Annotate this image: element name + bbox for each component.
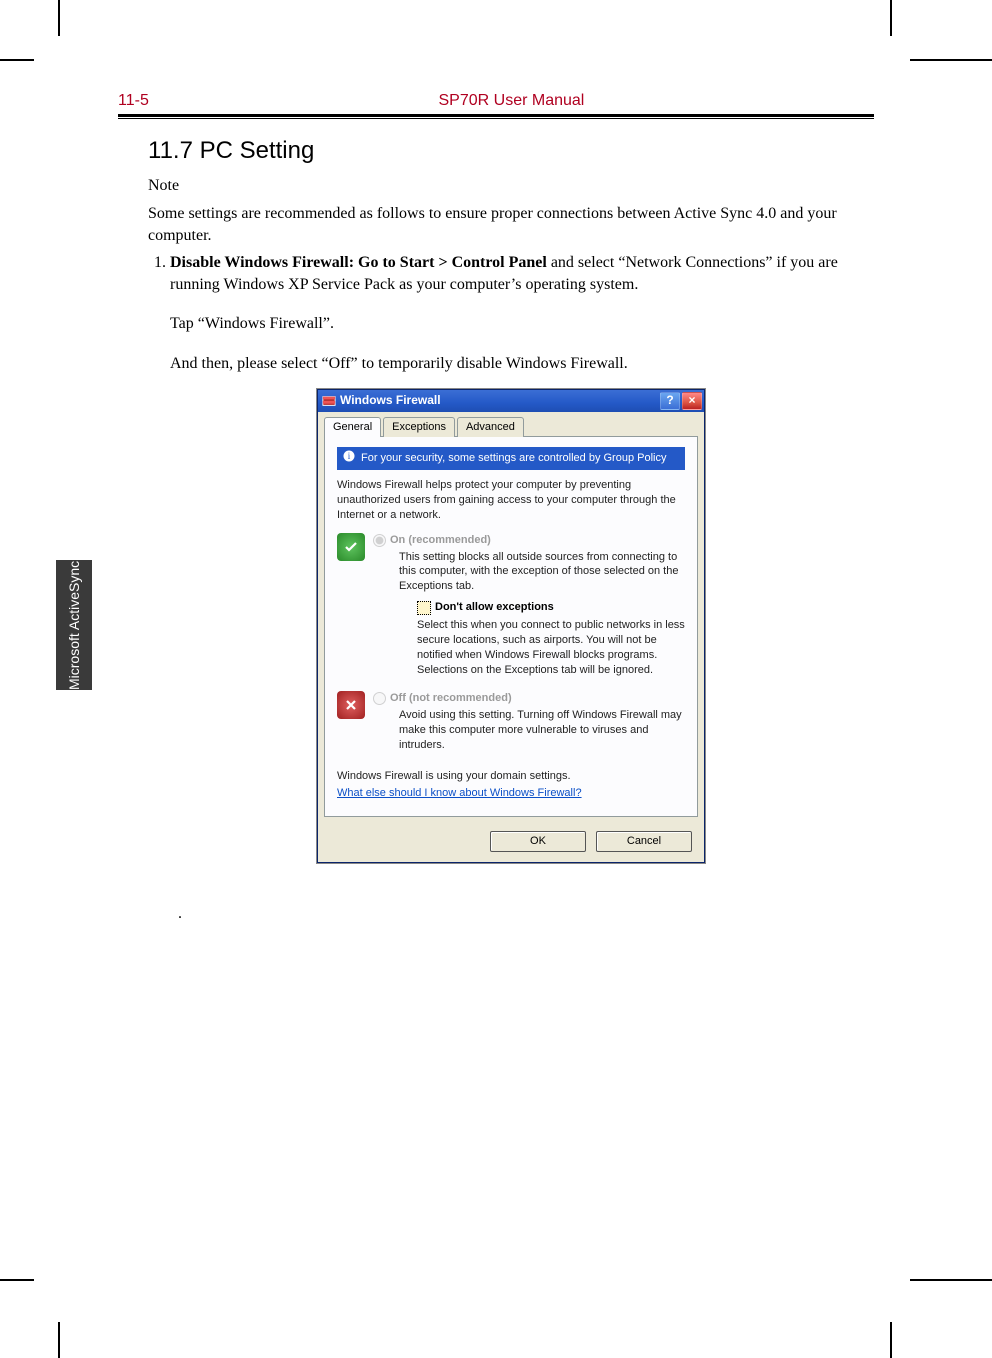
shield-check-icon bbox=[337, 533, 365, 561]
firewall-help-link[interactable]: What else should I know about Windows Fi… bbox=[337, 786, 582, 801]
list-item-1: Disable Windows Firewall: Go to Start > … bbox=[170, 252, 874, 295]
crop-mark bbox=[0, 1279, 34, 1281]
crop-mark bbox=[0, 59, 34, 61]
list-item-1-bold: Disable Windows Firewall: Go to Start > … bbox=[170, 254, 547, 271]
crop-mark bbox=[890, 1322, 892, 1358]
ordered-list: Disable Windows Firewall: Go to Start > … bbox=[148, 252, 874, 295]
help-button[interactable]: ? bbox=[660, 392, 680, 410]
shield-x-icon bbox=[337, 691, 365, 719]
option-on-head: On (recommended) bbox=[373, 533, 685, 548]
dialog-button-row: OK Cancel bbox=[318, 823, 704, 862]
header-rule-thick bbox=[118, 114, 874, 117]
crop-mark bbox=[58, 0, 60, 36]
running-header: 11-5 SP70R User Manual bbox=[118, 92, 874, 112]
option-off: Off (not recommended) Avoid using this s… bbox=[337, 691, 685, 758]
firewall-icon bbox=[322, 394, 336, 408]
option-on-desc: This setting blocks all outside sources … bbox=[399, 550, 685, 595]
crop-mark bbox=[58, 1322, 60, 1358]
page: Microsoft ActiveSync 11-5 SP70R User Man… bbox=[0, 0, 992, 1358]
option-on: On (recommended) This setting blocks all… bbox=[337, 533, 685, 686]
cancel-button[interactable]: Cancel bbox=[596, 831, 692, 852]
windows-firewall-dialog: Windows Firewall ? × General Exceptions … bbox=[317, 389, 705, 864]
no-exceptions-desc: Select this when you connect to public n… bbox=[417, 618, 685, 677]
tab-pane-general: i For your security, some settings are c… bbox=[324, 436, 698, 817]
ok-button[interactable]: OK bbox=[490, 831, 586, 852]
radio-off[interactable] bbox=[373, 692, 386, 705]
dialog-title: Windows Firewall bbox=[340, 392, 658, 408]
intro-paragraph: Some settings are recommended as follows… bbox=[148, 203, 874, 246]
crop-mark bbox=[910, 1279, 992, 1281]
page-number: 11-5 bbox=[118, 92, 149, 110]
option-off-desc: Avoid using this setting. Turning off Wi… bbox=[399, 708, 685, 753]
dialog-tabs: General Exceptions Advanced bbox=[318, 412, 704, 437]
no-exceptions-label: Don't allow exceptions bbox=[435, 600, 554, 615]
option-off-head: Off (not recommended) bbox=[373, 691, 685, 706]
tap-paragraph: Tap “Windows Firewall”. bbox=[170, 313, 874, 335]
radio-on[interactable] bbox=[373, 534, 386, 547]
tab-exceptions[interactable]: Exceptions bbox=[383, 417, 455, 438]
domain-settings-note: Windows Firewall is using your domain se… bbox=[337, 769, 685, 784]
banner-text: For your security, some settings are con… bbox=[361, 451, 666, 466]
tab-advanced[interactable]: Advanced bbox=[457, 417, 524, 438]
body: 11.7 PC Setting Note Some settings are r… bbox=[118, 119, 874, 925]
side-tab: Microsoft ActiveSync bbox=[56, 560, 92, 690]
no-exceptions-row[interactable]: Don't allow exceptions bbox=[417, 600, 685, 615]
note-label: Note bbox=[148, 175, 874, 197]
dialog-titlebar[interactable]: Windows Firewall ? × bbox=[318, 390, 704, 412]
info-icon: i bbox=[343, 450, 355, 467]
close-button[interactable]: × bbox=[682, 392, 702, 410]
option-on-label: On (recommended) bbox=[390, 533, 491, 548]
trailing-dot: . bbox=[178, 903, 874, 925]
crop-mark bbox=[890, 0, 892, 36]
group-policy-banner: i For your security, some settings are c… bbox=[337, 447, 685, 470]
content-area: 11-5 SP70R User Manual 11.7 PC Setting N… bbox=[118, 92, 874, 941]
option-off-label: Off (not recommended) bbox=[390, 691, 512, 706]
crop-mark bbox=[910, 59, 992, 61]
dialog-intro-text: Windows Firewall helps protect your comp… bbox=[337, 478, 685, 523]
no-exceptions-block: Don't allow exceptions bbox=[417, 600, 685, 615]
tab-general[interactable]: General bbox=[324, 417, 381, 438]
checkbox-no-exceptions[interactable] bbox=[417, 601, 431, 615]
select-off-paragraph: And then, please select “Off” to tempora… bbox=[170, 353, 874, 375]
manual-title: SP70R User Manual bbox=[149, 92, 874, 110]
section-heading: 11.7 PC Setting bbox=[148, 135, 874, 167]
